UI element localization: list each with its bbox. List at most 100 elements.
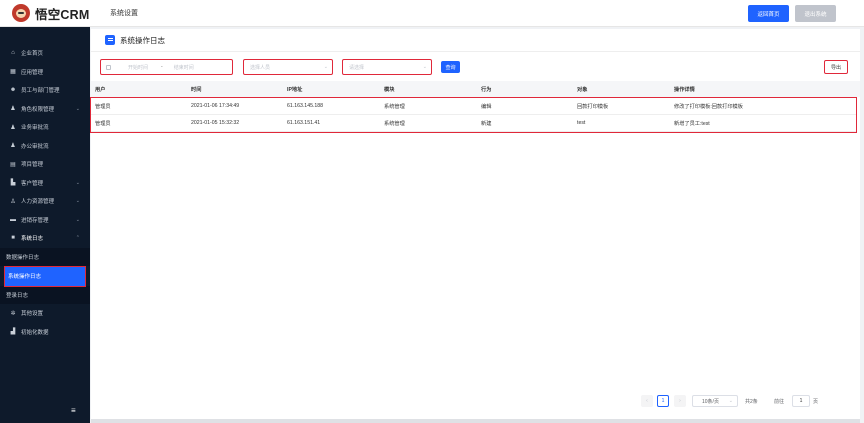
home-icon: ⌂ [11, 50, 15, 57]
cell-user: 管理员 [95, 103, 111, 110]
page-number-button[interactable]: 1 [657, 395, 669, 407]
header-title: 系统设置 [110, 10, 138, 17]
sidebar-item-roles[interactable]: ♟ 角色权限管理 ⌄ [0, 100, 90, 119]
sidebar-item-biz-approval[interactable]: ♟ 业务审批流 [0, 118, 90, 137]
office-icon: ♟ [10, 143, 16, 150]
cell-target: 回款打印模板 [577, 103, 609, 110]
chevron-down-icon: ⌄ [75, 179, 80, 186]
chevron-down-icon: ⌄ [75, 105, 80, 112]
column-header-ip[interactable]: IP地址 [287, 86, 302, 93]
panel-header: 系统操作日志 [91, 29, 860, 51]
sidebar-item-label: 人力资源管理 [21, 199, 55, 206]
sidebar-item-apps[interactable]: ▦ 应用管理 [0, 63, 90, 82]
cell-time: 2021-01-05 15:32:32 [191, 120, 240, 126]
next-page-button[interactable]: › [674, 395, 686, 407]
sidebar-item-system-log[interactable]: ■ 系统日志 ⌃ [0, 229, 90, 248]
calendar-icon [106, 64, 111, 70]
table-body: 管理员 2021-01-06 17:34:49 61.163.145.188 系… [90, 97, 857, 133]
prev-page-button[interactable]: ‹ [641, 395, 653, 407]
approval-icon: ♟ [10, 124, 16, 131]
range-separator: - [161, 64, 163, 70]
sidebar-item-label: 应用管理 [21, 69, 44, 76]
cell-user: 管理员 [95, 120, 111, 127]
sidebar-item-project[interactable]: ▤ 项目管理 [0, 155, 90, 174]
project-icon: ▤ [10, 161, 16, 168]
user-select-placeholder: 选择人员 [250, 64, 271, 71]
table-header: 用户 时间 IP地址 模块 行为 对象 操作详情 [91, 81, 860, 97]
monkey-logo-icon [12, 4, 30, 22]
log-icon: ■ [11, 235, 15, 242]
sidebar-item-hr[interactable]: ♙ 人力资源管理 ⌄ [0, 192, 90, 211]
query-button[interactable]: 查询 [441, 61, 460, 73]
cell-target: test [577, 120, 586, 126]
role-icon: ♟ [10, 106, 16, 113]
sidebar-subitem-system-log[interactable]: 系统操作日志 [4, 266, 86, 287]
total-count: 共2条 [745, 399, 758, 405]
column-header-module[interactable]: 模块 [384, 86, 394, 93]
cell-module: 系统管理 [384, 120, 405, 127]
gear-icon: ✲ [10, 310, 16, 317]
log-table: 用户 时间 IP地址 模块 行为 对象 操作详情 管理员 2021-01-06 … [90, 81, 860, 133]
module-select[interactable]: 请选择 ⌄ [342, 59, 432, 75]
inventory-icon: ▬ [10, 216, 16, 223]
export-button[interactable]: 导出 [824, 60, 848, 74]
chevron-up-icon: ⌃ [75, 235, 80, 242]
sidebar-item-home[interactable]: ⌂ 企业首页 [0, 44, 90, 63]
sidebar-item-label: 系统日志 [21, 236, 44, 243]
logo[interactable]: 悟空CRM [0, 0, 90, 27]
sidebar-item-label: 角色权限管理 [21, 106, 55, 113]
cell-action: 新建 [481, 120, 492, 127]
document-icon [105, 35, 115, 45]
content-panel: 系统操作日志 开始时间 - 结束时间 选择人员 ⌄ 请选择 ⌄ 查询 导出 用户… [90, 29, 860, 419]
header-actions: 返回首页 退出系统 [748, 5, 836, 22]
column-header-time[interactable]: 时间 [191, 86, 201, 93]
table-row[interactable]: 管理员 2021-01-05 15:32:32 61.163.151.41 系统… [91, 115, 856, 132]
users-icon: ☻ [9, 87, 17, 94]
column-header-user[interactable]: 用户 [95, 86, 105, 93]
sidebar-item-label: 企业首页 [21, 51, 44, 58]
hr-icon: ♙ [10, 198, 16, 205]
goto-label: 前往 [774, 399, 785, 405]
column-header-target[interactable]: 对象 [577, 86, 587, 93]
goto-page-input[interactable]: 1 [792, 395, 810, 407]
chart-icon: ▟ [10, 329, 16, 336]
chevron-down-icon: ⌄ [422, 64, 427, 70]
sidebar-item-customer[interactable]: ▙ 客户管理 ⌄ [0, 174, 90, 193]
user-select[interactable]: 选择人员 ⌄ [243, 59, 333, 75]
start-date-input[interactable]: 开始时间 [128, 64, 148, 71]
sidebar-subitem-login-log[interactable]: 登录日志 [0, 285, 90, 304]
sidebar-item-label: 业务审批流 [21, 125, 49, 132]
sidebar-item-label: 项目管理 [21, 162, 44, 169]
chevron-down-icon: ⌄ [75, 198, 80, 205]
page-title: 系统操作日志 [120, 35, 165, 45]
cell-detail: 新增了员工:test [674, 120, 710, 127]
sidebar-item-staff[interactable]: ☻ 员工与部门管理 [0, 81, 90, 100]
horizontal-scrollbar[interactable] [91, 419, 860, 423]
sidebar-item-init-data[interactable]: ▟ 初始化数据 [0, 323, 90, 342]
date-range-picker[interactable]: 开始时间 - 结束时间 [100, 59, 233, 75]
back-home-button[interactable]: 返回首页 [748, 5, 789, 22]
column-header-detail[interactable]: 操作详情 [674, 86, 695, 93]
collapse-menu-icon[interactable]: ≡ [71, 406, 76, 415]
chevron-down-icon: ⌄ [728, 398, 733, 404]
cell-time: 2021-01-06 17:34:49 [191, 103, 240, 109]
cell-ip: 61.163.151.41 [287, 120, 321, 126]
sidebar-item-label: 员工与部门管理 [21, 88, 60, 95]
page-size-value: 10条/页 [702, 398, 719, 405]
end-date-input[interactable]: 结束时间 [174, 64, 194, 71]
sidebar: ⌂ 企业首页 ▦ 应用管理 ☻ 员工与部门管理 ♟ 角色权限管理 ⌄ ♟ 业务审… [0, 27, 90, 423]
page-size-select[interactable]: 10条/页 ⌄ [692, 395, 738, 407]
sidebar-item-other-settings[interactable]: ✲ 其他设置 [0, 304, 90, 323]
chevron-down-icon: ⌄ [75, 216, 80, 223]
sidebar-item-inventory[interactable]: ▬ 进销存管理 ⌄ [0, 211, 90, 230]
chevron-down-icon: ⌄ [323, 64, 328, 70]
sidebar-item-label: 其他设置 [21, 311, 44, 318]
cell-module: 系统管理 [384, 103, 405, 110]
sidebar-item-office-approval[interactable]: ♟ 办公审批流 [0, 137, 90, 156]
column-header-action[interactable]: 行为 [481, 86, 491, 93]
logout-button[interactable]: 退出系统 [795, 5, 836, 22]
customer-icon: ▙ [10, 180, 16, 187]
module-select-placeholder: 请选择 [349, 64, 365, 71]
sidebar-subitem-data-log[interactable]: 数据操作日志 [0, 247, 90, 266]
table-row[interactable]: 管理员 2021-01-06 17:34:49 61.163.145.188 系… [91, 98, 856, 115]
